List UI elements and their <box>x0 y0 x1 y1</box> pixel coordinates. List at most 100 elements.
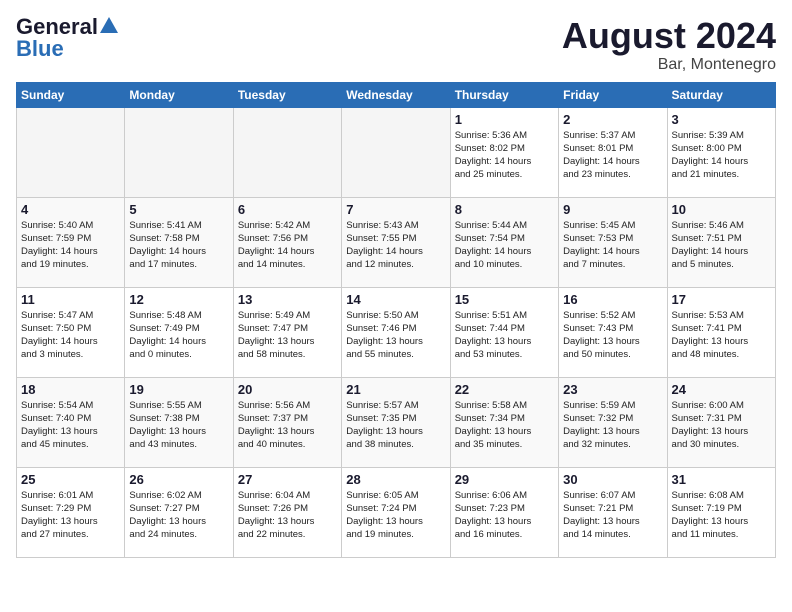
day-number: 9 <box>563 202 662 217</box>
day-detail: Sunrise: 6:02 AMSunset: 7:27 PMDaylight:… <box>129 489 228 542</box>
calendar-day-cell <box>233 107 341 197</box>
day-number: 7 <box>346 202 445 217</box>
calendar-day-cell: 11 Sunrise: 5:47 AMSunset: 7:50 PMDayligh… <box>17 287 125 377</box>
day-detail: Sunrise: 5:36 AMSunset: 8:02 PMDaylight:… <box>455 129 554 182</box>
calendar-day-cell: 24 Sunrise: 6:00 AMSunset: 7:31 PMDayligh… <box>667 377 775 467</box>
day-number: 5 <box>129 202 228 217</box>
calendar-day-cell: 8Sunrise: 5:44 AMSunset: 7:54 PMDaylight… <box>450 197 558 287</box>
day-number: 28 <box>346 472 445 487</box>
calendar-day-cell: 3 Sunrise: 5:39 AMSunset: 8:00 PMDaylight… <box>667 107 775 197</box>
calendar-day-cell: 14 Sunrise: 5:50 AMSunset: 7:46 PMDayligh… <box>342 287 450 377</box>
calendar-day-cell: 4 Sunrise: 5:40 AMSunset: 7:59 PMDaylight… <box>17 197 125 287</box>
calendar-day-cell: 29 Sunrise: 6:06 AMSunset: 7:23 PMDayligh… <box>450 467 558 557</box>
calendar-day-cell: 22 Sunrise: 5:58 AMSunset: 7:34 PMDayligh… <box>450 377 558 467</box>
day-number: 3 <box>672 112 771 127</box>
day-number: 2 <box>563 112 662 127</box>
day-number: 30 <box>563 472 662 487</box>
calendar-week-row: 1 Sunrise: 5:36 AMSunset: 8:02 PMDaylight… <box>17 107 776 197</box>
day-number: 4 <box>21 202 120 217</box>
day-number: 16 <box>563 292 662 307</box>
calendar-day-cell: 9 Sunrise: 5:45 AMSunset: 7:53 PMDaylight… <box>559 197 667 287</box>
day-number: 18 <box>21 382 120 397</box>
day-detail: Sunrise: 5:57 AMSunset: 7:35 PMDaylight:… <box>346 399 445 452</box>
calendar-table: SundayMondayTuesdayWednesdayThursdayFrid… <box>16 82 776 558</box>
day-detail: Sunrise: 5:40 AMSunset: 7:59 PMDaylight:… <box>21 219 120 272</box>
calendar-day-cell: 30 Sunrise: 6:07 AMSunset: 7:21 PMDayligh… <box>559 467 667 557</box>
logo-blue-text: Blue <box>16 38 64 60</box>
day-detail: Sunrise: 5:39 AMSunset: 8:00 PMDaylight:… <box>672 129 771 182</box>
day-number: 12 <box>129 292 228 307</box>
day-detail: Sunrise: 5:46 AMSunset: 7:51 PMDaylight:… <box>672 219 771 272</box>
day-detail: Sunrise: 5:58 AMSunset: 7:34 PMDaylight:… <box>455 399 554 452</box>
day-detail: Sunrise: 5:53 AMSunset: 7:41 PMDaylight:… <box>672 309 771 362</box>
column-header-monday: Monday <box>125 82 233 107</box>
title-area: August 2024 Bar, Montenegro <box>562 16 776 74</box>
column-header-sunday: Sunday <box>17 82 125 107</box>
day-detail: Sunrise: 5:43 AMSunset: 7:55 PMDaylight:… <box>346 219 445 272</box>
day-number: 24 <box>672 382 771 397</box>
day-number: 25 <box>21 472 120 487</box>
day-detail: Sunrise: 5:48 AMSunset: 7:49 PMDaylight:… <box>129 309 228 362</box>
calendar-day-cell: 12 Sunrise: 5:48 AMSunset: 7:49 PMDayligh… <box>125 287 233 377</box>
day-detail: Sunrise: 6:07 AMSunset: 7:21 PMDaylight:… <box>563 489 662 542</box>
day-number: 31 <box>672 472 771 487</box>
day-number: 10 <box>672 202 771 217</box>
day-number: 20 <box>238 382 337 397</box>
day-detail: Sunrise: 6:01 AMSunset: 7:29 PMDaylight:… <box>21 489 120 542</box>
day-number: 17 <box>672 292 771 307</box>
calendar-day-cell: 5Sunrise: 5:41 AMSunset: 7:58 PMDaylight… <box>125 197 233 287</box>
day-number: 26 <box>129 472 228 487</box>
day-detail: Sunrise: 5:45 AMSunset: 7:53 PMDaylight:… <box>563 219 662 272</box>
calendar-day-cell: 7 Sunrise: 5:43 AMSunset: 7:55 PMDaylight… <box>342 197 450 287</box>
day-detail: Sunrise: 5:51 AMSunset: 7:44 PMDaylight:… <box>455 309 554 362</box>
day-detail: Sunrise: 6:04 AMSunset: 7:26 PMDaylight:… <box>238 489 337 542</box>
day-number: 23 <box>563 382 662 397</box>
day-detail: Sunrise: 5:52 AMSunset: 7:43 PMDaylight:… <box>563 309 662 362</box>
column-header-wednesday: Wednesday <box>342 82 450 107</box>
day-number: 1 <box>455 112 554 127</box>
day-detail: Sunrise: 5:47 AMSunset: 7:50 PMDaylight:… <box>21 309 120 362</box>
day-detail: Sunrise: 5:42 AMSunset: 7:56 PMDaylight:… <box>238 219 337 272</box>
calendar-day-cell <box>342 107 450 197</box>
calendar-day-cell: 31Sunrise: 6:08 AMSunset: 7:19 PMDayligh… <box>667 467 775 557</box>
calendar-day-cell: 27 Sunrise: 6:04 AMSunset: 7:26 PMDayligh… <box>233 467 341 557</box>
calendar-week-row: 4 Sunrise: 5:40 AMSunset: 7:59 PMDaylight… <box>17 197 776 287</box>
day-number: 27 <box>238 472 337 487</box>
day-detail: Sunrise: 6:06 AMSunset: 7:23 PMDaylight:… <box>455 489 554 542</box>
month-title: August 2024 <box>562 16 776 56</box>
day-detail: Sunrise: 6:05 AMSunset: 7:24 PMDaylight:… <box>346 489 445 542</box>
calendar-header-row: SundayMondayTuesdayWednesdayThursdayFrid… <box>17 82 776 107</box>
calendar-day-cell: 2 Sunrise: 5:37 AMSunset: 8:01 PMDaylight… <box>559 107 667 197</box>
calendar-day-cell: 23 Sunrise: 5:59 AMSunset: 7:32 PMDayligh… <box>559 377 667 467</box>
calendar-week-row: 18Sunrise: 5:54 AMSunset: 7:40 PMDayligh… <box>17 377 776 467</box>
logo-triangle-icon <box>100 17 118 33</box>
logo: General Blue <box>16 16 118 60</box>
calendar-day-cell: 25 Sunrise: 6:01 AMSunset: 7:29 PMDayligh… <box>17 467 125 557</box>
day-detail: Sunrise: 5:50 AMSunset: 7:46 PMDaylight:… <box>346 309 445 362</box>
calendar-week-row: 25 Sunrise: 6:01 AMSunset: 7:29 PMDayligh… <box>17 467 776 557</box>
day-number: 19 <box>129 382 228 397</box>
day-number: 29 <box>455 472 554 487</box>
day-number: 8 <box>455 202 554 217</box>
calendar-day-cell: 1 Sunrise: 5:36 AMSunset: 8:02 PMDaylight… <box>450 107 558 197</box>
calendar-day-cell: 13Sunrise: 5:49 AMSunset: 7:47 PMDayligh… <box>233 287 341 377</box>
day-number: 21 <box>346 382 445 397</box>
calendar-day-cell: 26 Sunrise: 6:02 AMSunset: 7:27 PMDayligh… <box>125 467 233 557</box>
day-number: 11 <box>21 292 120 307</box>
calendar-day-cell: 20Sunrise: 5:56 AMSunset: 7:37 PMDayligh… <box>233 377 341 467</box>
day-number: 14 <box>346 292 445 307</box>
calendar-day-cell: 6 Sunrise: 5:42 AMSunset: 7:56 PMDaylight… <box>233 197 341 287</box>
logo-general-text: General <box>16 16 98 38</box>
day-number: 22 <box>455 382 554 397</box>
day-number: 15 <box>455 292 554 307</box>
calendar-day-cell: 17 Sunrise: 5:53 AMSunset: 7:41 PMDayligh… <box>667 287 775 377</box>
day-detail: Sunrise: 5:49 AMSunset: 7:47 PMDaylight:… <box>238 309 337 362</box>
day-detail: Sunrise: 5:59 AMSunset: 7:32 PMDaylight:… <box>563 399 662 452</box>
calendar-day-cell: 19 Sunrise: 5:55 AMSunset: 7:38 PMDayligh… <box>125 377 233 467</box>
day-detail: Sunrise: 5:55 AMSunset: 7:38 PMDaylight:… <box>129 399 228 452</box>
calendar-week-row: 11 Sunrise: 5:47 AMSunset: 7:50 PMDayligh… <box>17 287 776 377</box>
day-detail: Sunrise: 6:00 AMSunset: 7:31 PMDaylight:… <box>672 399 771 452</box>
calendar-day-cell: 28 Sunrise: 6:05 AMSunset: 7:24 PMDayligh… <box>342 467 450 557</box>
day-detail: Sunrise: 5:37 AMSunset: 8:01 PMDaylight:… <box>563 129 662 182</box>
day-number: 6 <box>238 202 337 217</box>
